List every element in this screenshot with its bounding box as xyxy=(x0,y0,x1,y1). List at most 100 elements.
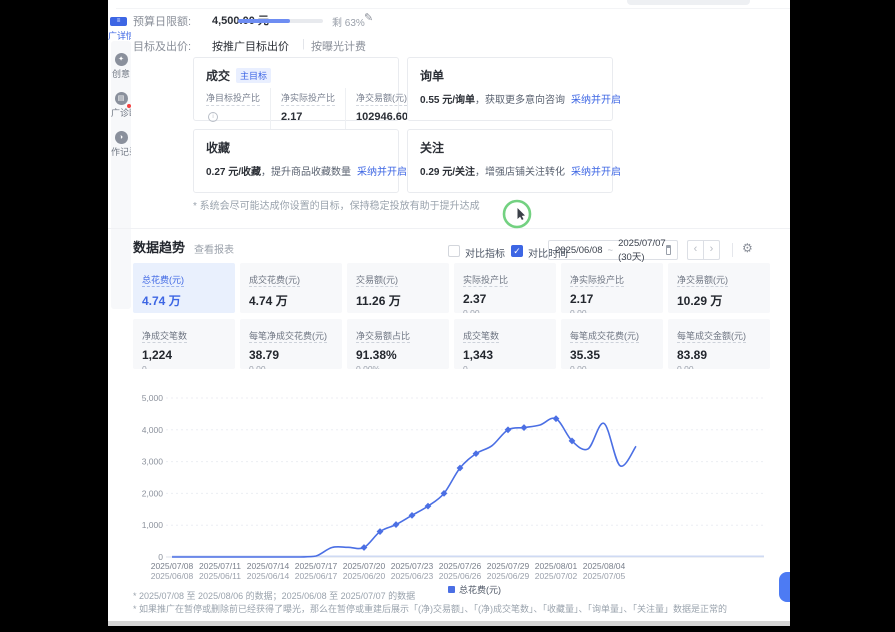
mouse-cursor-icon xyxy=(518,208,526,220)
metric-card-7[interactable]: 净成交笔数1,2240 xyxy=(133,319,235,369)
budget-remaining: 剩 63% xyxy=(332,14,365,29)
main-panel: ≡ 广详情 ✦创意▤广诊断◑作记录 预算日限额: 4,500.00 元 剩 63… xyxy=(108,0,790,621)
metric-card-compare-value: 0.00 xyxy=(677,311,761,313)
svg-text:2025/06/20: 2025/06/20 xyxy=(343,571,386,581)
metric-card-label-row: 每笔成交金额(元) xyxy=(677,326,761,344)
svg-text:2025/07/11: 2025/07/11 xyxy=(199,561,241,571)
metric-card-label: 净实际投产比 xyxy=(570,273,624,287)
metric-card-11[interactable]: 每笔成交花费(元)35.350.00 xyxy=(561,319,663,369)
metric-card-6[interactable]: 净交易额(元)10.29 万0.00 xyxy=(668,263,770,313)
metric-card-4[interactable]: 实际投产比2.370.00 xyxy=(454,263,556,313)
metric-card-label: 交易额(元) xyxy=(356,273,398,287)
date-separator: ~ xyxy=(608,245,614,256)
compare-metric-label[interactable]: 对比指标 xyxy=(465,245,505,260)
goal-metric-label-text: 净实际投产比 xyxy=(281,91,335,106)
compare-time-checkbox[interactable]: ✓ xyxy=(511,245,523,257)
budget-edit-pencil-icon[interactable]: ✎ xyxy=(364,11,373,24)
goal-card-title-text: 收藏 xyxy=(206,141,230,155)
budget-label: 预算日限额: xyxy=(133,13,191,29)
sidebar-item[interactable]: ✦创意 xyxy=(111,41,131,80)
goal-card-desc: 0.29 元/关注，增强店铺关注转化采纳并开启 xyxy=(420,163,621,178)
goal-note: * 系统会尽可能达成你设置的目标，保持稳定投放有助于提升达成 xyxy=(193,197,480,212)
svg-text:2025/07/29: 2025/07/29 xyxy=(487,561,530,571)
metric-card-label-row: 成交花费(元) xyxy=(249,270,333,288)
metric-card-label-row: 成交笔数 xyxy=(463,326,547,344)
date-start: 2025/06/08 xyxy=(555,245,603,256)
goal-card-desc-text: ，提升商品收藏数量 xyxy=(261,167,351,178)
metric-card-label-row: 净实际投产比 xyxy=(570,270,654,288)
svg-text:2,000: 2,000 xyxy=(142,488,164,498)
metric-card-label: 每笔成交花费(元) xyxy=(570,329,639,343)
footnote-disclaimer: * 如果推广在暂停或删除前已经获得了曝光，那么在暂停或重建后展示「(净)交易额」… xyxy=(133,602,727,615)
click-indicator-ring xyxy=(500,197,536,233)
svg-text:2025/06/11: 2025/06/11 xyxy=(199,571,241,581)
metric-card-12[interactable]: 每笔成交金额(元) 83.89 0.00 xyxy=(668,319,770,369)
tab-bid-by-goal[interactable]: 按推广目标出价 xyxy=(212,38,289,54)
goal-card-price: 0.29 元/关注 xyxy=(420,167,475,178)
date-range-picker[interactable]: 2025/06/08 ~ 2025/07/07 (30天) xyxy=(548,240,678,260)
metric-card-compare-value: 0 xyxy=(463,364,547,369)
metric-card-compare-value: 0 xyxy=(142,364,226,369)
gear-icon[interactable]: ⚙ xyxy=(742,241,753,255)
metric-card-label: 净交易额(元) xyxy=(677,273,728,287)
trend-line-chart[interactable]: 01,0002,0003,0004,0005,0002025/07/082025… xyxy=(133,385,770,585)
svg-text:2025/06/26: 2025/06/26 xyxy=(439,571,482,581)
metric-card-5[interactable]: 净实际投产比2.170.00 xyxy=(561,263,663,313)
metric-card-compare-value: 0.00 xyxy=(570,364,654,369)
window-bottom-edge xyxy=(108,621,790,626)
metric-card-compare-value: 0.00 xyxy=(356,311,440,313)
goal-card-1[interactable]: 成交主目标净目标投产比i2.45 ✎净实际投产比2.17净交易额(元)10294… xyxy=(193,57,399,121)
svg-text:2025/06/29: 2025/06/29 xyxy=(487,571,530,581)
metric-card-value: 83.89 xyxy=(677,348,761,362)
svg-text:2025/07/02: 2025/07/02 xyxy=(535,571,578,581)
goal-card-desc-text: ，获取更多意向咨询 xyxy=(475,95,565,106)
goal-metric-value-text: 102946.60 xyxy=(356,111,408,123)
metric-card-1[interactable]: 总花费(元)4.74 万0.00 xyxy=(133,263,235,313)
metric-card-value: 1,224 xyxy=(142,348,226,362)
budget-slider[interactable] xyxy=(238,19,323,23)
goal-card-4[interactable]: 关注0.29 元/关注，增强店铺关注转化采纳并开启 xyxy=(407,129,613,193)
chart-legend[interactable]: 总花费(元) xyxy=(448,583,501,596)
metric-card-label: 成交笔数 xyxy=(463,329,499,343)
floating-side-button[interactable] xyxy=(779,572,790,602)
goal-metric-value: 2.17 xyxy=(281,111,335,123)
sidebar-item[interactable]: ▤广诊断 xyxy=(111,80,131,119)
adopt-and-enable-link[interactable]: 采纳并开启 xyxy=(571,95,621,106)
tab-bid-by-impression[interactable]: 按曝光计费 xyxy=(311,38,366,54)
calendar-icon xyxy=(666,245,671,255)
compare-metric-checkbox[interactable] xyxy=(448,245,460,257)
sidebar-active-badge[interactable]: ≡ xyxy=(110,17,127,26)
next-period-button[interactable]: › xyxy=(703,240,720,260)
goal-card-price: 0.27 元/收藏 xyxy=(206,167,261,178)
goal-metric-value: 102946.60 xyxy=(356,111,408,123)
info-icon[interactable]: i xyxy=(208,112,218,122)
metric-card-10[interactable]: 成交笔数1,3430 xyxy=(454,319,556,369)
metric-card-value: 2.37 xyxy=(463,292,547,306)
goal-card-title: 询单 xyxy=(420,67,444,84)
goal-card-2[interactable]: 询单0.55 元/询单，获取更多意向咨询采纳并开启 xyxy=(407,57,613,121)
view-report-link[interactable]: 查看报表 xyxy=(194,241,234,256)
metric-card-value: 38.79 xyxy=(249,348,333,362)
goal-metric-label: 净交易额(元) xyxy=(356,88,408,106)
metric-card-value: 2.17 xyxy=(570,292,654,306)
adopt-and-enable-link[interactable]: 采纳并开启 xyxy=(571,167,621,178)
svg-text:2025/06/17: 2025/06/17 xyxy=(295,571,338,581)
goal-metric-label-text: 净目标投产比 xyxy=(206,91,260,106)
footnote-date-range: * 2025/07/08 至 2025/08/06 的数据；2025/06/08… xyxy=(133,589,415,602)
notification-dot xyxy=(127,104,131,108)
metric-card-9[interactable]: 净交易额占比91.38%0.00% xyxy=(347,319,449,369)
trend-title: 数据趋势 xyxy=(133,237,185,256)
goal-metric-label-text: 净交易额(元) xyxy=(356,91,407,106)
prev-period-button[interactable]: ‹ xyxy=(687,240,704,260)
metric-card-8[interactable]: 每笔净成交花费(元)38.790.00 xyxy=(240,319,342,369)
metric-card-label-row: 实际投产比 xyxy=(463,270,547,288)
metric-card-compare-value: 0.00 xyxy=(677,364,761,369)
metric-card-label-row: 交易额(元) xyxy=(356,270,440,288)
metric-card-3[interactable]: 交易额(元)11.26 万0.00 xyxy=(347,263,449,313)
sidebar-item[interactable]: ◑作记录 xyxy=(111,119,131,158)
metric-card-2[interactable]: 成交花费(元)4.74 万0.00 xyxy=(240,263,342,313)
adopt-and-enable-link[interactable]: 采纳并开启 xyxy=(357,167,407,178)
primary-goal-badge: 主目标 xyxy=(236,68,271,83)
goal-card-title: 收藏 xyxy=(206,139,230,156)
goal-card-3[interactable]: 收藏0.27 元/收藏，提升商品收藏数量采纳并开启 xyxy=(193,129,399,193)
